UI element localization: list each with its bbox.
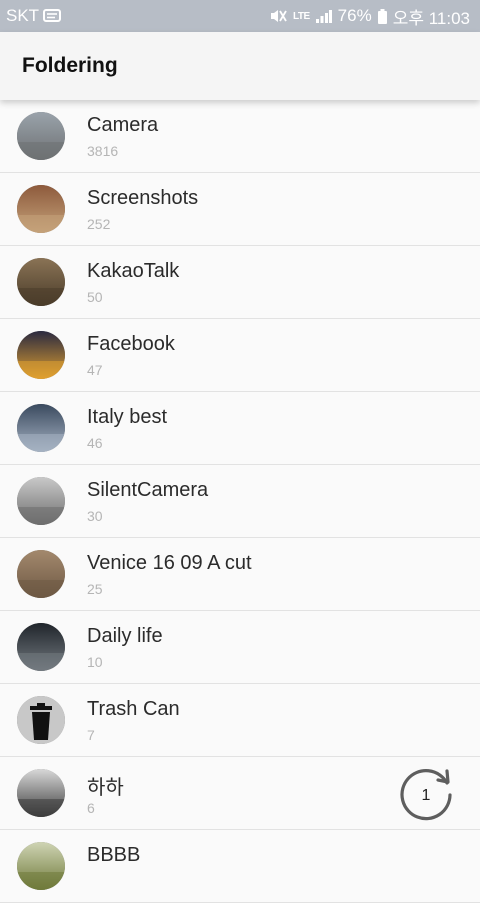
folder-count: 47 — [87, 362, 103, 378]
folder-name: Facebook — [87, 333, 175, 355]
clock: 오후 11:03 — [392, 8, 470, 28]
folder-thumbnail — [17, 112, 65, 160]
refresh-count: 1 — [421, 787, 431, 804]
folder-count: 50 — [87, 289, 103, 305]
folder-name: Screenshots — [87, 187, 199, 209]
signal-icon — [315, 9, 332, 23]
folder-thumbnail — [17, 477, 65, 525]
folder-name: SilentCamera — [87, 479, 209, 501]
mute-icon — [269, 8, 287, 24]
folder-row[interactable]: BBBB — [0, 830, 480, 903]
folder-thumbnail — [17, 842, 65, 890]
folder-name: BBBB — [87, 844, 141, 866]
network-type-label: LTE — [293, 10, 310, 22]
folder-row[interactable]: KakaoTalk 50 — [0, 246, 480, 319]
status-bar: SKT LTE 76% 오후 11:03 — [0, 0, 480, 32]
app-bar: Foldering — [0, 32, 480, 100]
folder-thumbnail — [17, 623, 65, 671]
folder-count: 6 — [87, 800, 95, 816]
folder-row[interactable]: Screenshots 252 — [0, 173, 480, 246]
folder-count: 10 — [87, 654, 103, 670]
message-icon — [43, 9, 62, 23]
refresh-button[interactable]: 1 — [398, 766, 456, 824]
folder-count: 25 — [87, 581, 103, 597]
folder-name: KakaoTalk — [87, 260, 180, 282]
carrier-label: SKT — [6, 6, 40, 25]
folder-thumbnail — [17, 550, 65, 598]
folder-count: 30 — [87, 508, 103, 524]
folder-count: 46 — [87, 435, 103, 451]
folder-thumbnail — [17, 185, 65, 233]
folder-thumbnail — [17, 404, 65, 452]
folder-row[interactable]: Venice 16 09 A cut 25 — [0, 538, 480, 611]
folder-count: 7 — [87, 727, 95, 743]
folder-count: 3816 — [87, 143, 119, 159]
folder-name: Italy best — [87, 406, 168, 428]
folder-name: 하하 — [87, 777, 124, 799]
page-title: Foldering — [22, 54, 118, 77]
folder-name: Daily life — [87, 625, 163, 647]
folder-thumbnail — [17, 331, 65, 379]
folder-thumbnail — [17, 258, 65, 306]
folder-thumbnail — [17, 769, 65, 817]
folder-thumbnail — [17, 696, 65, 744]
folder-row[interactable]: Camera 3816 — [0, 100, 480, 173]
battery-icon — [377, 8, 387, 24]
folder-row[interactable]: Daily life 10 — [0, 611, 480, 684]
folder-name: Camera — [87, 114, 159, 136]
folder-row[interactable]: SilentCamera 30 — [0, 465, 480, 538]
folder-name: Trash Can — [87, 698, 180, 720]
folder-count: 252 — [87, 216, 111, 232]
folder-row[interactable]: Trash Can 7 — [0, 684, 480, 757]
folder-name: Venice 16 09 A cut — [87, 552, 252, 574]
folder-row[interactable]: Facebook 47 — [0, 319, 480, 392]
battery-percent: 76% — [337, 6, 372, 25]
folder-row[interactable]: Italy best 46 — [0, 392, 480, 465]
